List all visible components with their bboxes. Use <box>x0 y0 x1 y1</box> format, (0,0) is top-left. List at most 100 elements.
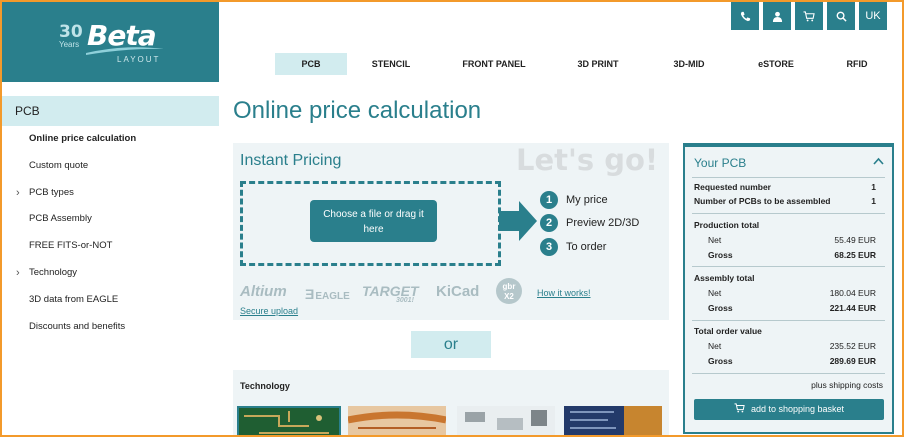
requested-number-row: Requested number 1 <box>694 182 876 192</box>
requested-number-value: 1 <box>871 182 876 192</box>
target-logo-sub: 3001! <box>396 297 414 304</box>
production-total-heading: Production total <box>694 220 876 230</box>
technology-option-image[interactable] <box>348 406 452 437</box>
divider <box>692 177 885 178</box>
cart-icon[interactable] <box>795 2 823 30</box>
assembled-count-value: 1 <box>871 196 876 206</box>
gerber-logo: gbr X2 <box>496 278 522 304</box>
nav-3d-print[interactable]: 3D PRINT <box>565 53 631 75</box>
user-icon[interactable] <box>763 2 791 30</box>
gerber-logo-x2: X2 <box>504 292 514 301</box>
cart-icon <box>734 403 745 413</box>
assembled-count-label: Number of PCBs to be assembled <box>694 196 831 206</box>
step-number: 2 <box>540 214 558 233</box>
gross-label: Gross <box>708 303 733 313</box>
sidebar-item-label: PCB types <box>29 186 74 198</box>
page-title: Online price calculation <box>233 97 482 124</box>
step-item: 2 Preview 2D/3D <box>540 212 639 236</box>
technology-option-image[interactable] <box>457 406 561 437</box>
production-total-label: Production total <box>694 220 760 230</box>
shipping-note: plus shipping costs <box>811 380 883 390</box>
assembled-count-row: Number of PCBs to be assembled 1 <box>694 196 876 206</box>
requested-number-label: Requested number <box>694 182 771 192</box>
logo-years-label: Years <box>59 40 80 49</box>
top-icon-bar: UK <box>731 2 887 30</box>
sidebar-item-label: PCB Assembly <box>29 213 92 225</box>
your-pcb-panel: Your PCB Requested number 1 Number of PC… <box>683 143 894 434</box>
sidebar-title[interactable]: PCB <box>2 96 219 126</box>
gross-label: Gross <box>708 250 733 260</box>
technology-option-image[interactable] <box>564 406 668 437</box>
step-number: 3 <box>540 237 558 256</box>
order-net-row: Net 235.52 EUR <box>694 341 876 351</box>
order-net-value: 235.52 EUR <box>829 341 876 351</box>
assembly-gross-value: 221.44 EUR <box>829 303 876 313</box>
sidebar-item-label: Custom quote <box>29 159 89 171</box>
eagle-logo: ƎEAGLE <box>305 286 350 302</box>
sidebar-item-pcb-types[interactable]: › PCB types <box>2 180 219 207</box>
sidebar-item-free-fits-or-not[interactable]: FREE FITS-or-NOT <box>2 233 219 260</box>
add-to-basket-button[interactable]: add to shopping basket <box>694 399 884 420</box>
sidebar-item-online-price-calculation[interactable]: Online price calculation <box>2 126 219 153</box>
sidebar-item-discounts-and-benefits[interactable]: Discounts and benefits <box>2 314 219 341</box>
technology-panel: Technology <box>233 370 669 437</box>
technology-option-image[interactable] <box>237 406 341 437</box>
file-drop-zone[interactable]: Choose a file or drag it here <box>240 181 501 266</box>
sidebar-item-label: Technology <box>29 266 78 278</box>
sidebar-item-custom-quote[interactable]: Custom quote <box>2 153 219 180</box>
nav-rfid[interactable]: RFID <box>831 53 883 75</box>
step-number: 1 <box>540 190 558 209</box>
order-total-heading: Total order value <box>694 326 876 336</box>
language-selector[interactable]: UK <box>859 2 887 30</box>
assembly-net-value: 180.04 EUR <box>829 288 876 298</box>
net-label: Net <box>708 288 722 298</box>
divider <box>692 320 885 321</box>
logo[interactable]: 30 Years Beta LAYOUT <box>2 2 219 82</box>
nav-3d-mid[interactable]: 3D-MID <box>659 53 719 75</box>
assembly-gross-row: Gross 221.44 EUR <box>694 303 876 313</box>
sidebar-item-label: Online price calculation <box>29 133 137 144</box>
or-divider: or <box>411 331 491 358</box>
sidebar-item-pcb-assembly[interactable]: PCB Assembly <box>2 206 219 233</box>
sidebar-item-technology[interactable]: › Technology <box>2 260 219 287</box>
secure-upload-link[interactable]: Secure upload <box>240 306 298 316</box>
divider <box>692 213 885 214</box>
logo-years-number: 30 <box>59 22 83 42</box>
nav-front-panel[interactable]: FRONT PANEL <box>451 53 537 75</box>
search-icon[interactable] <box>827 2 855 30</box>
choose-file-button[interactable]: Choose a file or drag it here <box>310 200 437 242</box>
sidebar-item-3d-data-from-eagle[interactable]: 3D data from EAGLE <box>2 287 219 314</box>
add-to-basket-label: add to shopping basket <box>750 404 845 414</box>
your-pcb-title: Your PCB <box>694 156 747 170</box>
production-gross-value: 68.25 EUR <box>834 250 876 260</box>
phone-icon[interactable] <box>731 2 759 30</box>
assembly-net-row: Net 180.04 EUR <box>694 288 876 298</box>
assembly-total-label: Assembly total <box>694 273 755 283</box>
nav-stencil[interactable]: STENCIL <box>355 53 427 75</box>
order-gross-row: Gross 289.69 EUR <box>694 356 876 366</box>
logo-sub: LAYOUT <box>117 55 161 64</box>
sidebar: PCB Online price calculation Custom quot… <box>2 96 219 340</box>
cad-logos: Altium ƎEAGLE TARGET 3001! KiCad gbr X2 <box>240 278 660 304</box>
lets-go-tagline: Let's go! <box>516 143 659 177</box>
order-gross-value: 289.69 EUR <box>829 356 876 366</box>
production-net-row: Net 55.49 EUR <box>694 235 876 245</box>
eagle-logo-text: EAGLE <box>315 291 350 302</box>
step-label: To order <box>566 240 607 253</box>
how-it-works-link[interactable]: How it works! <box>537 288 591 298</box>
chevron-up-icon[interactable] <box>873 154 884 168</box>
assembly-total-heading: Assembly total <box>694 273 876 283</box>
net-label: Net <box>708 235 722 245</box>
chevron-right-icon: › <box>16 266 20 279</box>
sidebar-item-label: FREE FITS-or-NOT <box>29 240 113 252</box>
chevron-right-icon: › <box>16 186 20 199</box>
step-label: Preview 2D/3D <box>566 217 640 230</box>
order-total-label: Total order value <box>694 326 762 336</box>
net-label: Net <box>708 341 722 351</box>
nav-pcb[interactable]: PCB <box>275 53 347 75</box>
altium-logo: Altium <box>240 283 287 300</box>
instant-pricing-title: Instant Pricing <box>240 152 342 169</box>
kicad-logo: KiCad <box>436 283 480 300</box>
step-item: 3 To order <box>540 235 639 259</box>
nav-estore[interactable]: eSTORE <box>745 53 807 75</box>
